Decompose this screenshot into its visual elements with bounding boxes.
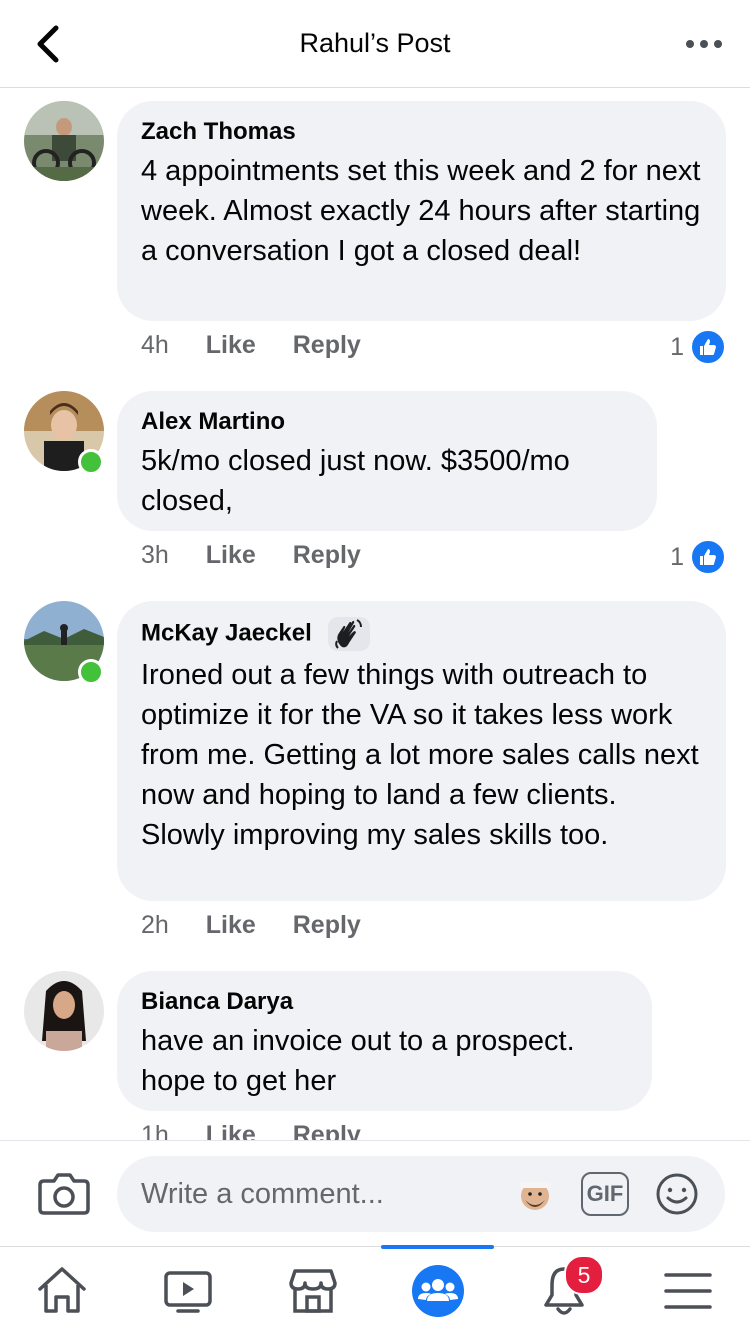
reply-button[interactable]: Reply [293,331,361,359]
comment-bubble[interactable]: McKay Jaeckel Ironed out a few things wi… [117,601,726,901]
comment-time: 4h [141,331,169,359]
reply-button[interactable]: Reply [293,911,361,939]
comment-text: Ironed out a few things with outreach to… [141,659,699,851]
notifications-badge: 5 [564,1255,604,1295]
comment-input-placeholder: Write a comment... [141,1178,384,1210]
reaction-summary[interactable]: 1 [670,329,726,365]
comment-input[interactable]: Write a comment... GIF [117,1156,725,1232]
comment-author[interactable]: Bianca Darya [141,987,628,1017]
like-button[interactable]: Like [206,541,256,569]
comment-actions: 2h Like Reply [141,911,391,940]
gif-button[interactable]: GIF [581,1172,629,1216]
online-status-indicator [78,449,104,475]
online-status-indicator [78,659,104,685]
comment-actions: 4h Like Reply [141,331,391,360]
active-tab-indicator [381,1245,494,1249]
comments-feed[interactable]: Zach Thomas 4 appointments set this week… [0,88,750,1140]
comment-text: 5k/mo closed just now. $3500/mo closed, [141,445,570,517]
comment-time: 1h [141,1121,169,1140]
menu-icon[interactable] [660,1263,716,1319]
comment-bubble[interactable]: Zach Thomas 4 appointments set this week… [117,101,726,321]
comment-author[interactable]: Zach Thomas [141,117,702,147]
comment-bubble[interactable]: Bianca Darya have an invoice out to a pr… [117,971,652,1111]
comment-composer: Write a comment... GIF [0,1140,750,1246]
reply-button[interactable]: Reply [293,1121,361,1140]
bottom-tab-bar: 5 [0,1245,750,1334]
comment-bubble[interactable]: Alex Martino 5k/mo closed just now. $350… [117,391,657,531]
comment-author-name[interactable]: McKay Jaeckel [141,619,312,646]
top-bar: Rahul’s Post [0,0,750,88]
emoji-icon[interactable] [655,1172,699,1216]
comment-actions: 1h Like Reply [141,1121,391,1140]
marketplace-icon[interactable] [285,1263,341,1319]
like-button[interactable]: Like [206,911,256,939]
page-title: Rahul’s Post [299,28,451,58]
reaction-summary[interactable]: 1 [670,539,726,575]
reply-button[interactable]: Reply [293,541,361,569]
comment-time: 3h [141,541,169,569]
avatar-sticker-icon[interactable] [511,1170,559,1218]
comment-time: 2h [141,911,169,939]
watch-video-icon[interactable] [160,1263,216,1319]
comment-text: 4 appointments set this week and 2 for n… [141,155,701,267]
reaction-count: 1 [670,332,684,361]
avatar[interactable] [24,971,104,1051]
like-button[interactable]: Like [206,331,256,359]
more-options-icon[interactable] [684,30,724,58]
comment-author: McKay Jaeckel [141,617,702,651]
reaction-count: 1 [670,542,684,571]
camera-icon[interactable] [38,1169,90,1217]
avatar[interactable] [24,101,104,181]
comment-text: have an invoice out to a prospect. hope … [141,1025,575,1097]
comment-actions: 3h Like Reply [141,541,391,570]
waving-hand-icon [328,617,371,651]
like-reaction-icon [690,539,726,575]
home-icon[interactable] [34,1263,90,1319]
groups-icon[interactable] [410,1263,466,1319]
comment-author[interactable]: Alex Martino [141,407,633,437]
like-button[interactable]: Like [206,1121,256,1140]
like-reaction-icon [690,329,726,365]
